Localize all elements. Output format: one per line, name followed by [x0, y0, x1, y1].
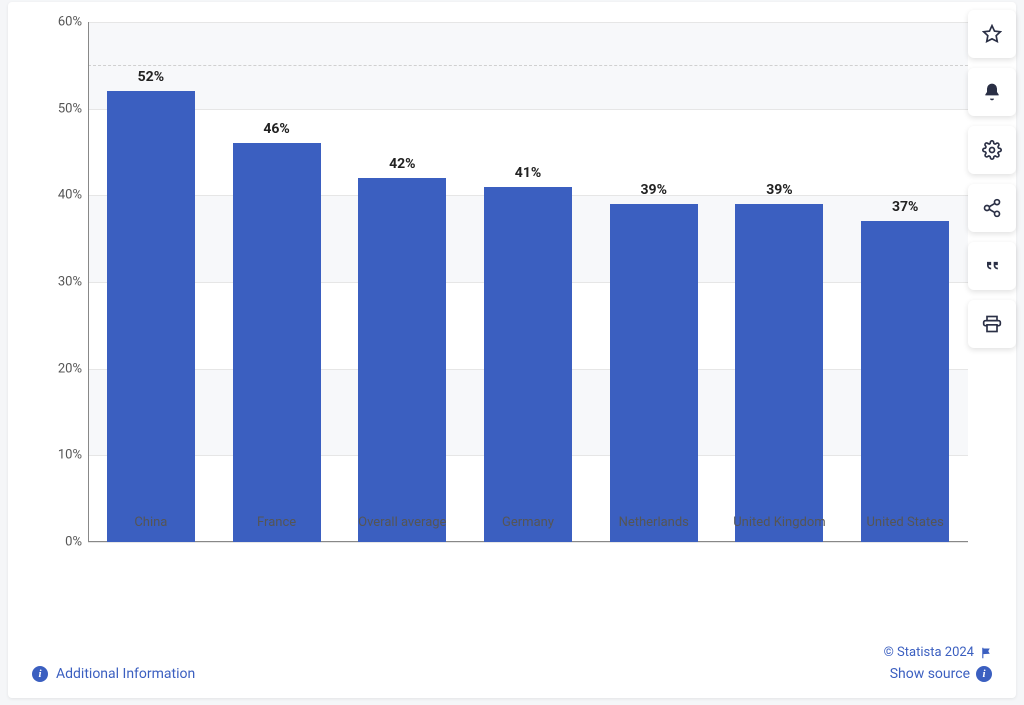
y-tick-label: 0%	[48, 535, 82, 550]
y-tick-label: 50%	[48, 101, 82, 116]
bar[interactable]	[358, 178, 446, 542]
toolbar	[968, 10, 1016, 348]
bar-wrap: 46% France	[214, 22, 340, 542]
plot-area: Share of employees by country 52%China46…	[88, 22, 968, 582]
quote-icon	[982, 256, 1002, 276]
bar[interactable]	[861, 221, 949, 542]
notify-button[interactable]	[968, 68, 1016, 116]
bar[interactable]	[610, 204, 698, 542]
flag-icon	[980, 647, 992, 659]
show-source-link[interactable]: Show source i	[890, 666, 992, 682]
bar-wrap: 42% Overall average	[339, 22, 465, 542]
bar[interactable]	[107, 91, 195, 542]
bar-wrap: 41% Germany	[465, 22, 591, 542]
additional-info-label: Additional Information	[56, 666, 195, 682]
x-tick-label: United States	[866, 515, 943, 530]
gear-icon	[982, 140, 1002, 160]
bell-icon	[982, 82, 1002, 102]
additional-info-link[interactable]: i Additional Information	[32, 666, 195, 682]
copyright: © Statista 2024	[884, 645, 992, 660]
bar[interactable]	[233, 143, 321, 542]
print-icon	[982, 314, 1002, 334]
bar-value-label: 41%	[515, 165, 541, 181]
x-tick-label: Germany	[502, 515, 554, 530]
share-button[interactable]	[968, 184, 1016, 232]
bar[interactable]	[735, 204, 823, 542]
y-tick-label: 10%	[48, 448, 82, 463]
chart-footer: i Additional Information © Statista 2024…	[32, 645, 992, 682]
copyright-label: © Statista 2024	[884, 645, 974, 660]
bar-value-label: 39%	[641, 182, 667, 198]
bar-wrap: 52% China	[88, 22, 214, 542]
y-tick-label: 60%	[48, 15, 82, 30]
grid-line	[88, 542, 968, 543]
bar-wrap: 37% United States	[842, 22, 968, 542]
x-tick-label: Netherlands	[619, 515, 689, 530]
chart-card: Share of employees by country 52%China46…	[8, 2, 1016, 698]
print-button[interactable]	[968, 300, 1016, 348]
star-icon	[982, 24, 1002, 44]
bar[interactable]	[484, 187, 572, 542]
bars-container: 52% China 46% France 42% Overall average 41% Ge…	[88, 22, 968, 542]
info-icon: i	[976, 666, 992, 682]
y-tick-label: 40%	[48, 188, 82, 203]
bar-wrap: 39% United Kingdom	[717, 22, 843, 542]
bar-value-label: 46%	[263, 121, 289, 137]
x-tick-label: United Kingdom	[733, 515, 825, 530]
x-tick-label: France	[257, 515, 296, 530]
favorite-button[interactable]	[968, 10, 1016, 58]
show-source-label: Show source	[890, 666, 970, 682]
footer-right: © Statista 2024 Show source i	[884, 645, 992, 682]
x-tick-label: China	[134, 515, 167, 530]
bar-value-label: 42%	[389, 156, 415, 172]
info-icon: i	[32, 666, 48, 682]
share-icon	[982, 198, 1002, 218]
cite-button[interactable]	[968, 242, 1016, 290]
x-tick-label: Overall average	[358, 515, 446, 530]
y-tick-label: 30%	[48, 275, 82, 290]
bar-value-label: 39%	[766, 182, 792, 198]
bar-wrap: 39% Netherlands	[591, 22, 717, 542]
y-tick-label: 20%	[48, 361, 82, 376]
settings-button[interactable]	[968, 126, 1016, 174]
bar-value-label: 52%	[138, 69, 164, 85]
bar-value-label: 37%	[892, 199, 918, 215]
